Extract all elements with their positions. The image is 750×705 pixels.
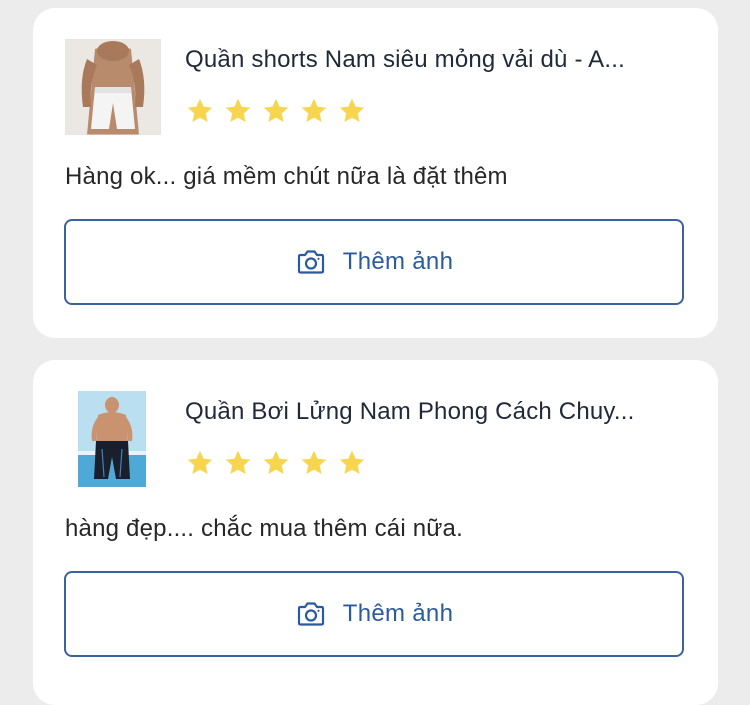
star-icon <box>339 450 365 474</box>
star-icon <box>339 98 365 122</box>
star-rating <box>185 448 367 478</box>
star-icon <box>225 98 251 122</box>
review-card: Quần shorts Nam siêu mỏng vải dù - A... … <box>33 8 718 338</box>
star-icon <box>301 450 327 474</box>
star-icon <box>225 450 251 474</box>
add-photo-button[interactable]: Thêm ảnh <box>64 571 684 657</box>
camera-icon <box>297 602 324 626</box>
product-thumbnail[interactable] <box>65 39 161 135</box>
review-text: Hàng ok... giá mềm chút nữa là đặt thêm <box>65 163 508 190</box>
review-card: Quần Bơi Lửng Nam Phong Cách Chuy... hàn… <box>33 360 718 705</box>
product-title[interactable]: Quần shorts Nam siêu mỏng vải dù - A... <box>185 44 695 76</box>
star-rating <box>185 96 367 126</box>
star-icon <box>301 98 327 122</box>
review-text: hàng đẹp.... chắc mua thêm cái nữa. <box>65 515 463 542</box>
product-thumbnail[interactable] <box>78 391 146 487</box>
star-icon <box>187 450 213 474</box>
product-title[interactable]: Quần Bơi Lửng Nam Phong Cách Chuy... <box>185 396 695 428</box>
add-photo-label: Thêm ảnh <box>342 248 454 275</box>
camera-icon <box>297 250 324 274</box>
star-icon <box>263 450 289 474</box>
star-icon <box>187 98 213 122</box>
star-icon <box>263 98 289 122</box>
add-photo-button[interactable]: Thêm ảnh <box>64 219 684 305</box>
add-photo-label: Thêm ảnh <box>342 600 454 627</box>
